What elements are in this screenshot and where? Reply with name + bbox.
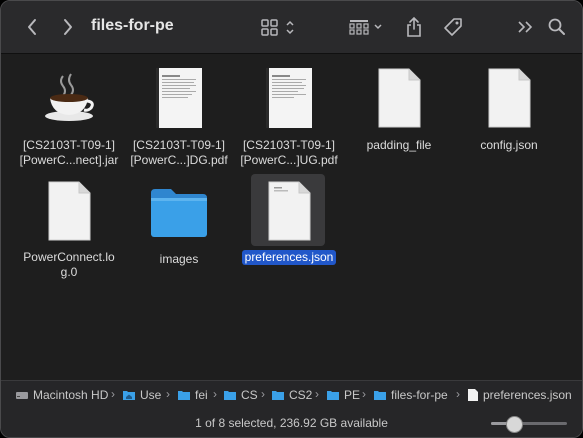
double-chevron-right-icon: [518, 21, 533, 33]
tag-button[interactable]: [441, 15, 465, 39]
path-item-label: Use: [140, 388, 162, 402]
pdf-document-icon: [156, 68, 202, 128]
share-button[interactable]: [403, 14, 425, 40]
forward-button[interactable]: [57, 15, 79, 39]
path-separator: ›: [111, 387, 115, 401]
path-item-label: files-for-pe: [391, 388, 448, 402]
folder-icon: [327, 391, 339, 400]
path-item-label: CS: [241, 388, 258, 402]
file-label-selected: preferences.json: [233, 250, 345, 265]
path-item-macintosh-hd[interactable]: Macintosh HD: [15, 388, 108, 402]
blank-document-icon: [48, 181, 91, 241]
toolbar: files-for-pe: [1, 1, 582, 54]
path-item-cs[interactable]: CS: [223, 388, 258, 402]
file-label: PowerConnect.lo: [23, 250, 115, 264]
path-separator: ›: [456, 387, 460, 401]
folder-icon: [374, 391, 386, 400]
selected-file-name: preferences.json: [241, 250, 337, 265]
icon-grid-view-icon: [261, 19, 294, 36]
path-separator: ›: [315, 387, 319, 401]
file-label: config.json: [480, 138, 538, 152]
file-label: [CS2103T-T09-1]: [22, 138, 116, 152]
file-item-config-json[interactable]: config.json: [453, 68, 565, 178]
group-by-button[interactable]: [347, 15, 387, 39]
more-toolbar-button[interactable]: [513, 15, 537, 39]
file-item-log[interactable]: PowerConnect.lo g.0: [13, 181, 125, 291]
blank-document-icon: [488, 68, 531, 128]
share-icon: [407, 16, 421, 37]
path-item-label: CS2: [289, 388, 313, 402]
path-item-files-for-pe[interactable]: files-for-pe: [373, 388, 448, 402]
path-bar: Macintosh HD › Use › fei › CS › CS2 › PE…: [1, 380, 582, 408]
folder-label: images: [159, 252, 199, 266]
search-icon: [548, 18, 565, 35]
chevron-left-icon: [28, 19, 36, 35]
icon-size-slider[interactable]: [491, 416, 567, 433]
search-button[interactable]: [545, 15, 569, 39]
file-item-preferences-json[interactable]: preferences.json: [233, 181, 345, 291]
hard-drive-icon: [16, 392, 28, 399]
view-mode-button[interactable]: [259, 15, 299, 39]
slider-knob[interactable]: [506, 416, 523, 433]
file-label: [PowerC...nect].jar: [19, 153, 119, 167]
path-item-fei[interactable]: fei: [177, 388, 208, 402]
folder-item-images[interactable]: images: [123, 181, 235, 291]
path-separator: ›: [261, 387, 265, 401]
finder-window: files-for-pe [CS2103T-T09-1] [PowerC...n…: [0, 0, 583, 438]
chevron-right-icon: [64, 19, 72, 35]
file-item-ug-pdf[interactable]: [CS2103T-T09-1] [PowerC...]UG.pdf: [233, 68, 345, 178]
file-item-jar[interactable]: [CS2103T-T09-1] [PowerC...nect].jar: [13, 68, 125, 178]
path-separator: ›: [166, 387, 170, 401]
blank-document-icon: [378, 68, 421, 128]
folder-icon: [224, 391, 236, 400]
file-item-padding-file[interactable]: padding_file: [343, 68, 455, 178]
json-document-icon: [268, 181, 311, 241]
back-button[interactable]: [21, 15, 43, 39]
path-item-pe[interactable]: PE: [326, 388, 360, 402]
folder-icon: [151, 189, 207, 237]
path-separator: ›: [362, 387, 366, 401]
folder-icon: [178, 391, 190, 400]
home-folder-icon: [123, 391, 135, 400]
path-item-preferences-json[interactable]: preferences.json: [467, 388, 572, 402]
tag-icon: [444, 18, 462, 36]
window-title: files-for-pe: [91, 17, 174, 34]
path-item-cs2[interactable]: CS2: [271, 388, 312, 402]
file-label: g.0: [60, 265, 78, 279]
path-separator: ›: [213, 387, 217, 401]
file-label: [CS2103T-T09-1]: [132, 138, 226, 152]
file-label: padding_file: [366, 138, 432, 152]
group-by-icon: [349, 20, 382, 35]
json-file-icon: [468, 389, 478, 401]
file-label: [CS2103T-T09-1]: [242, 138, 336, 152]
path-item-label: preferences.json: [483, 388, 572, 402]
file-grid: [CS2103T-T09-1] [PowerC...nect].jar [CS2…: [1, 54, 582, 380]
coffee-cup-icon: [45, 73, 94, 121]
pdf-document-icon: [266, 68, 312, 128]
file-item-dg-pdf[interactable]: [CS2103T-T09-1] [PowerC...]DG.pdf: [123, 68, 235, 178]
path-item-label: Macintosh HD: [33, 388, 109, 402]
file-label: [PowerC...]DG.pdf: [130, 153, 228, 167]
path-item-users[interactable]: Use: [122, 388, 161, 402]
file-label: [PowerC...]UG.pdf: [240, 153, 338, 167]
status-bar: 1 of 8 selected, 236.92 GB available: [1, 408, 582, 437]
folder-icon: [272, 391, 284, 400]
path-item-label: PE: [344, 388, 361, 402]
path-item-label: fei: [195, 388, 208, 402]
